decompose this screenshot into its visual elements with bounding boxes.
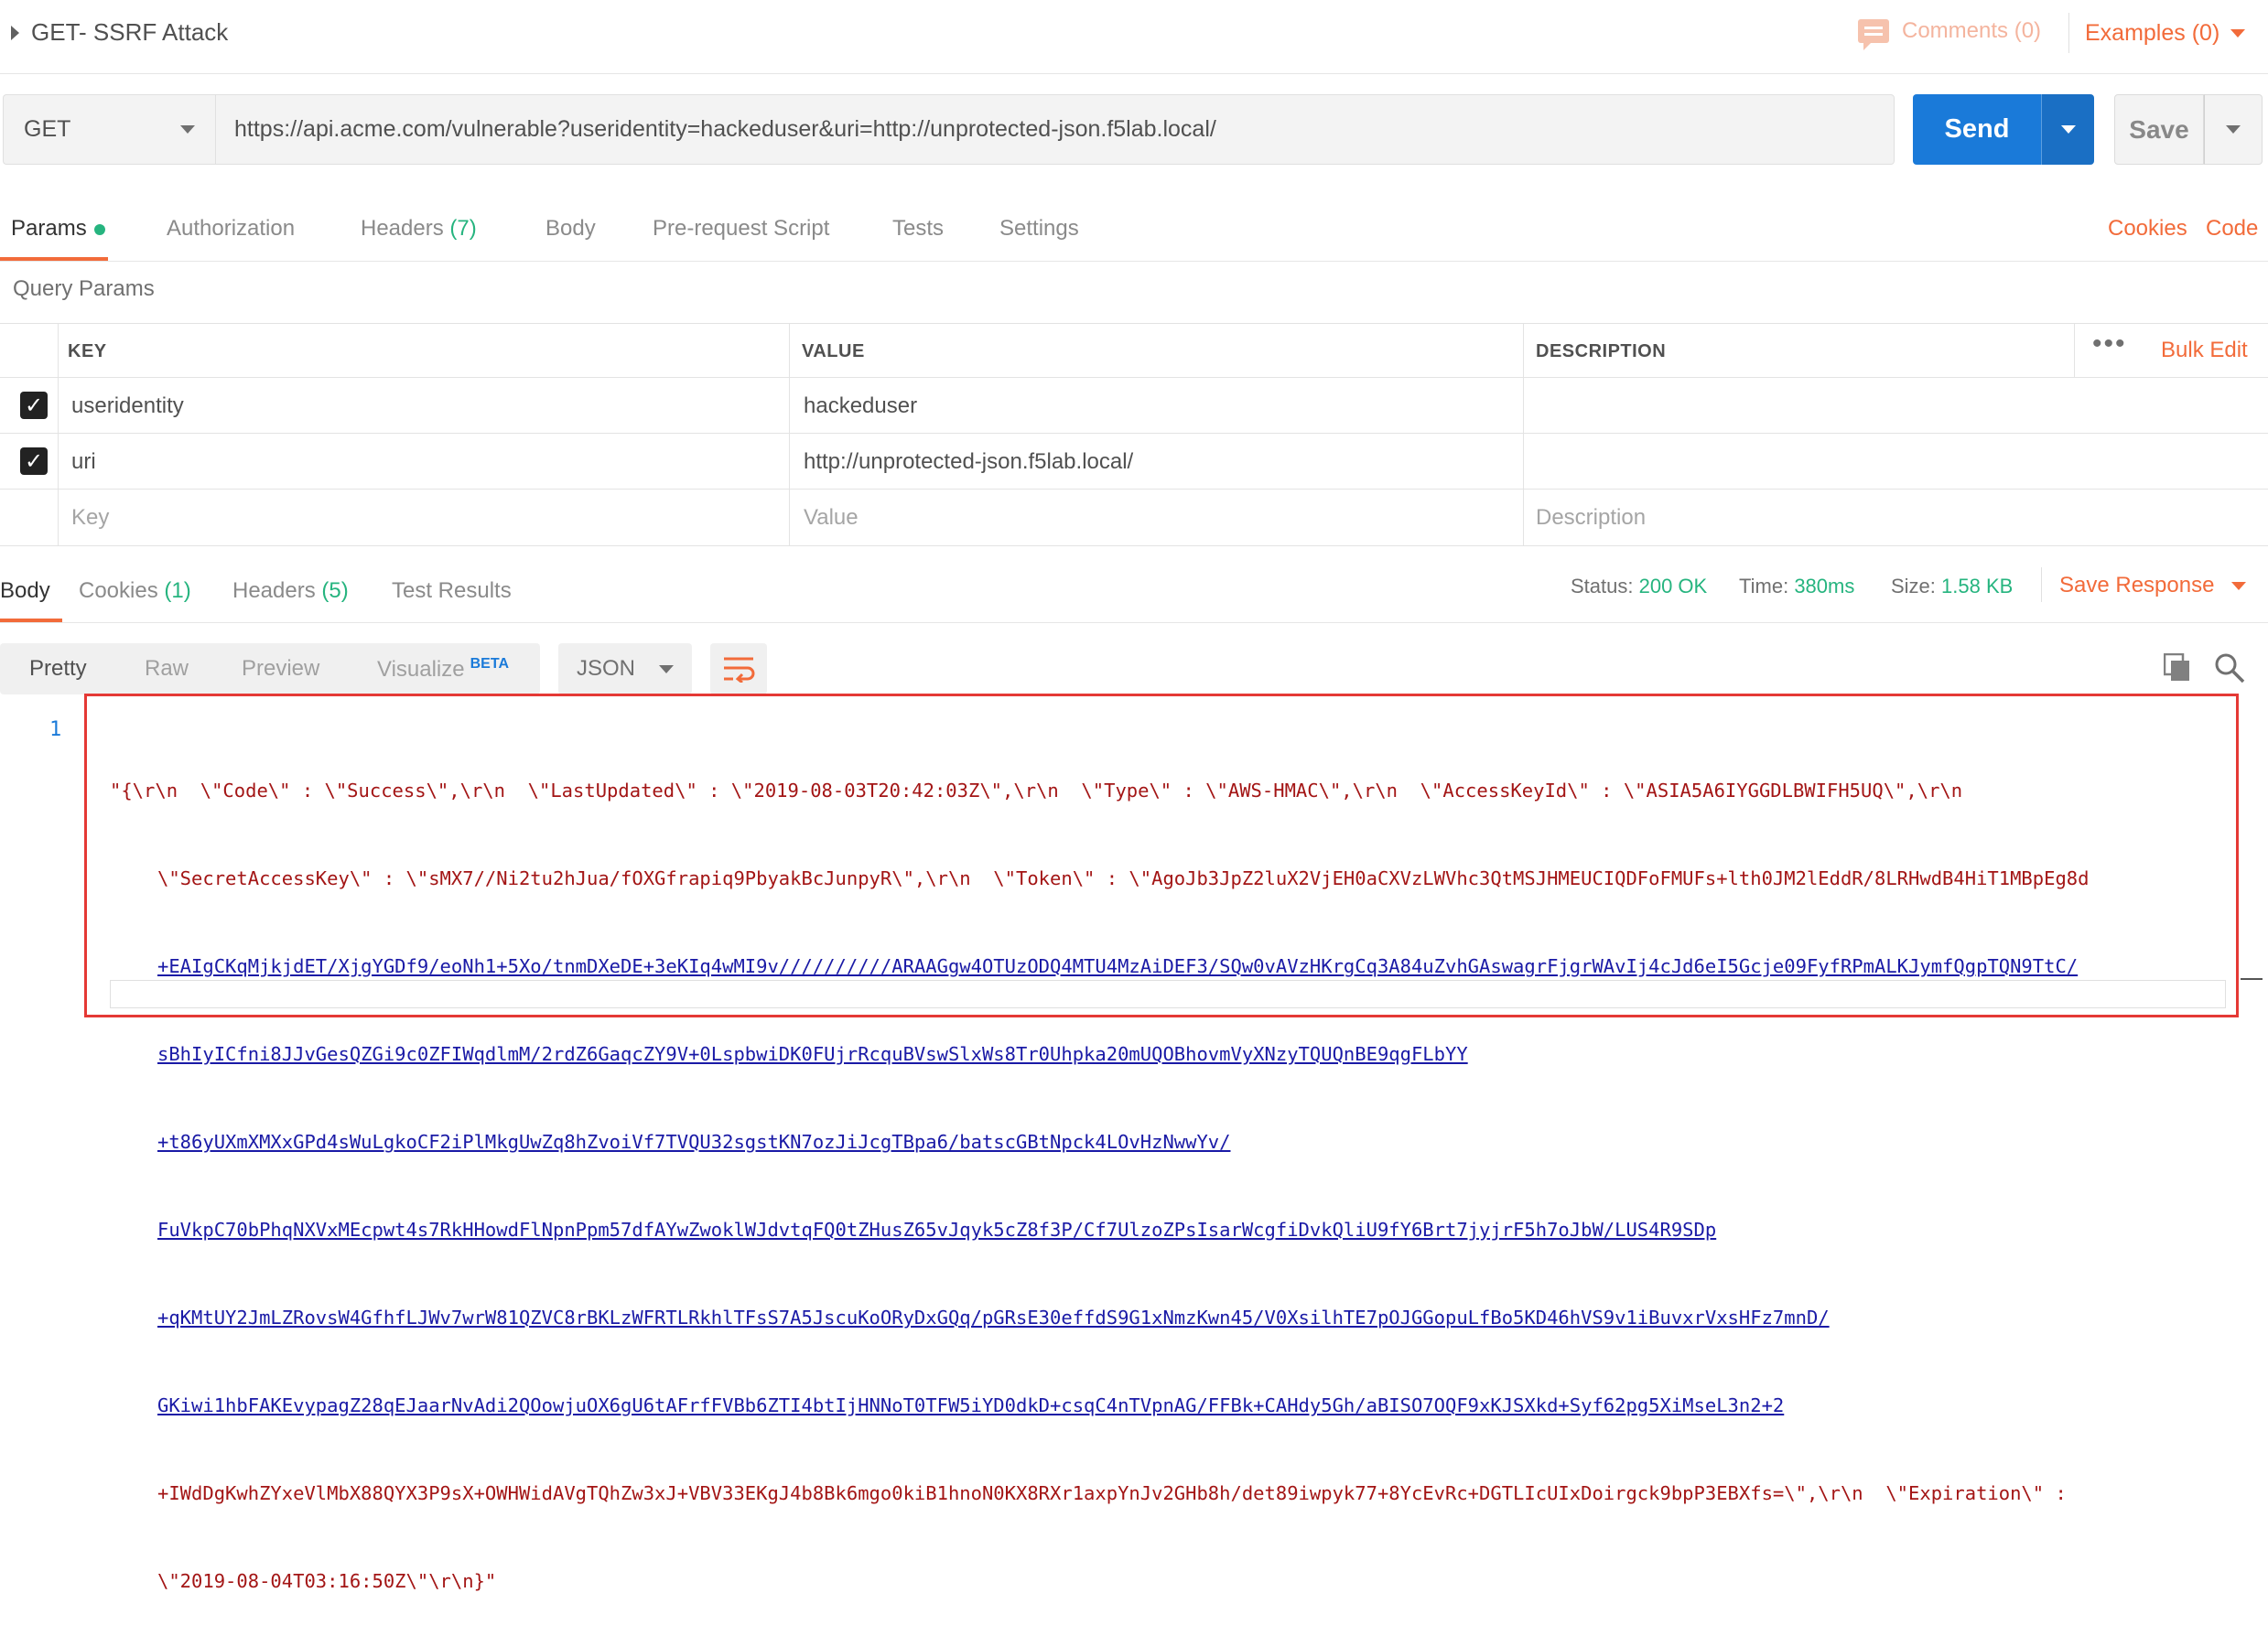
code-line: +qKMtUY2JmLZRovsW4GfhfLJWv7wrW81QZVC8rBK… bbox=[157, 1307, 1830, 1329]
send-label: Send bbox=[1944, 114, 2010, 144]
search-icon[interactable] bbox=[2213, 651, 2246, 684]
code-line: FuVkpC70bPhqNXVxMEcpwt4s7RkHHowdFlNpnPpm… bbox=[157, 1219, 1717, 1241]
send-options-button[interactable] bbox=[2041, 94, 2094, 165]
code-line: GKiwi1hbFAKEvypagZ28qEJaarNvAdi2QOowjuOX… bbox=[157, 1394, 1785, 1416]
tab-tests[interactable]: Tests bbox=[892, 216, 944, 242]
chevron-down-icon bbox=[2226, 125, 2241, 134]
scroll-indicator bbox=[2241, 978, 2263, 980]
tab-body[interactable]: Body bbox=[545, 216, 596, 242]
cookies-link[interactable]: Cookies bbox=[2108, 216, 2187, 242]
code-line: +t86yUXmXMXxGPd4sWuLgkoCF2iPlMkgUwZq8hZv… bbox=[157, 1131, 1231, 1153]
divider bbox=[2068, 13, 2069, 53]
tab-visualize[interactable]: Visualize BETA bbox=[377, 656, 509, 683]
copy-icon[interactable] bbox=[2164, 653, 2191, 683]
active-tab-indicator bbox=[0, 619, 62, 622]
tab-preview[interactable]: Preview bbox=[242, 656, 319, 682]
request-tabs: Params Authorization Headers (7) Body Pr… bbox=[0, 192, 2268, 262]
response-size: Size: 1.58 KB bbox=[1891, 575, 2013, 598]
active-dot-icon bbox=[93, 223, 105, 235]
format-label: JSON bbox=[577, 656, 636, 681]
method-select[interactable]: GET bbox=[3, 94, 215, 165]
chevron-down-icon bbox=[2230, 29, 2246, 38]
param-value[interactable]: hackeduser bbox=[804, 393, 917, 419]
code-line: \"2019-08-04T03:16:50Z\"\r\n}" bbox=[157, 1570, 497, 1592]
code-line: +IWdDgKwhZYxeVlMbX88QYX3P9sX+OWHWidAVgTQ… bbox=[157, 1482, 2067, 1504]
tab-headers[interactable]: Headers (7) bbox=[361, 216, 477, 242]
response-status: Status: 200 OK bbox=[1571, 575, 1707, 598]
tab-response-body[interactable]: Body bbox=[0, 578, 50, 604]
tab-pretty[interactable]: Pretty bbox=[29, 656, 87, 682]
new-value-input[interactable]: Value bbox=[804, 505, 859, 531]
chevron-down-icon bbox=[180, 125, 195, 134]
tab-label: Cookies bbox=[79, 578, 158, 603]
tab-count: (5) bbox=[321, 578, 349, 603]
size-value: 1.58 KB bbox=[1941, 575, 2014, 597]
column-header-value: VALUE bbox=[802, 341, 865, 361]
chevron-down-icon bbox=[2060, 125, 2076, 134]
tab-label: Headers bbox=[232, 578, 316, 603]
tab-authorization[interactable]: Authorization bbox=[167, 216, 295, 242]
request-title[interactable]: GET- SSRF Attack bbox=[31, 18, 228, 47]
tab-settings[interactable]: Settings bbox=[999, 216, 1079, 242]
size-label: Size: bbox=[1891, 575, 1936, 597]
status-value: 200 OK bbox=[1638, 575, 1708, 597]
tab-count: (7) bbox=[449, 216, 477, 241]
examples-label: Examples (0) bbox=[2085, 20, 2220, 46]
wrap-lines-icon bbox=[724, 657, 755, 683]
tab-label: Params bbox=[11, 216, 87, 241]
save-button[interactable]: Save bbox=[2114, 94, 2204, 165]
comments-label: Comments (0) bbox=[1902, 18, 2042, 43]
tab-count: (1) bbox=[164, 578, 191, 603]
column-header-key: KEY bbox=[68, 341, 107, 361]
tab-test-results[interactable]: Test Results bbox=[392, 578, 512, 604]
status-label: Status: bbox=[1571, 575, 1634, 597]
new-key-input[interactable]: Key bbox=[71, 505, 109, 531]
param-checkbox[interactable]: ✓ bbox=[20, 392, 48, 419]
tab-raw[interactable]: Raw bbox=[145, 656, 189, 682]
beta-badge: BETA bbox=[470, 656, 509, 672]
save-label: Save bbox=[2129, 114, 2189, 144]
wrap-lines-button[interactable] bbox=[710, 643, 767, 694]
tab-params[interactable]: Params bbox=[11, 216, 105, 242]
url-text: https://api.acme.com/vulnerable?useriden… bbox=[234, 116, 1216, 142]
time-label: Time: bbox=[1739, 575, 1789, 597]
tab-label: Visualize bbox=[377, 657, 465, 682]
save-response-label: Save Response bbox=[2059, 573, 2215, 597]
chevron-down-icon bbox=[659, 664, 674, 673]
tab-pre-request-script[interactable]: Pre-request Script bbox=[653, 216, 829, 242]
save-response-dropdown[interactable]: Save Response bbox=[2059, 573, 2247, 598]
param-value[interactable]: http://unprotected-json.f5lab.local/ bbox=[804, 449, 1133, 475]
tab-response-headers[interactable]: Headers (5) bbox=[232, 578, 349, 604]
response-time: Time: 380ms bbox=[1739, 575, 1854, 598]
bulk-edit-link[interactable]: Bulk Edit bbox=[2161, 338, 2248, 363]
new-description-input[interactable]: Description bbox=[1536, 505, 1646, 531]
code-link[interactable]: Code bbox=[2206, 216, 2258, 242]
chevron-down-icon bbox=[2231, 582, 2247, 591]
expand-caret-icon[interactable] bbox=[11, 26, 19, 40]
send-button[interactable]: Send bbox=[1913, 94, 2041, 165]
column-header-description: DESCRIPTION bbox=[1536, 341, 1667, 361]
save-options-button[interactable] bbox=[2204, 94, 2263, 165]
more-options-icon[interactable]: ••• bbox=[2092, 328, 2127, 360]
tab-response-cookies[interactable]: Cookies (1) bbox=[79, 578, 191, 604]
active-tab-indicator bbox=[0, 257, 108, 261]
param-key[interactable]: uri bbox=[71, 449, 96, 475]
comment-icon bbox=[1858, 19, 1889, 50]
param-checkbox[interactable]: ✓ bbox=[20, 447, 48, 475]
comments-button[interactable]: Comments (0) bbox=[1858, 18, 2042, 50]
line-number: 1 bbox=[49, 718, 62, 741]
url-input[interactable]: https://api.acme.com/vulnerable?useriden… bbox=[215, 94, 1895, 165]
code-line: sBhIyICfni8JJvGesQZGi9c0ZFIWqdlmM/2rdZ6G… bbox=[157, 1043, 1468, 1065]
format-select[interactable]: JSON bbox=[558, 643, 692, 694]
param-key[interactable]: useridentity bbox=[71, 393, 184, 419]
method-label: GET bbox=[24, 116, 71, 142]
highlight-box bbox=[84, 694, 2239, 1017]
time-value: 380ms bbox=[1794, 575, 1855, 597]
body-view-tabs: Pretty Raw Preview Visualize BETA bbox=[0, 643, 540, 694]
examples-dropdown[interactable]: Examples (0) bbox=[2085, 20, 2246, 47]
divider bbox=[2041, 567, 2042, 602]
query-params-title: Query Params bbox=[13, 276, 155, 301]
tab-label: Headers bbox=[361, 216, 444, 241]
